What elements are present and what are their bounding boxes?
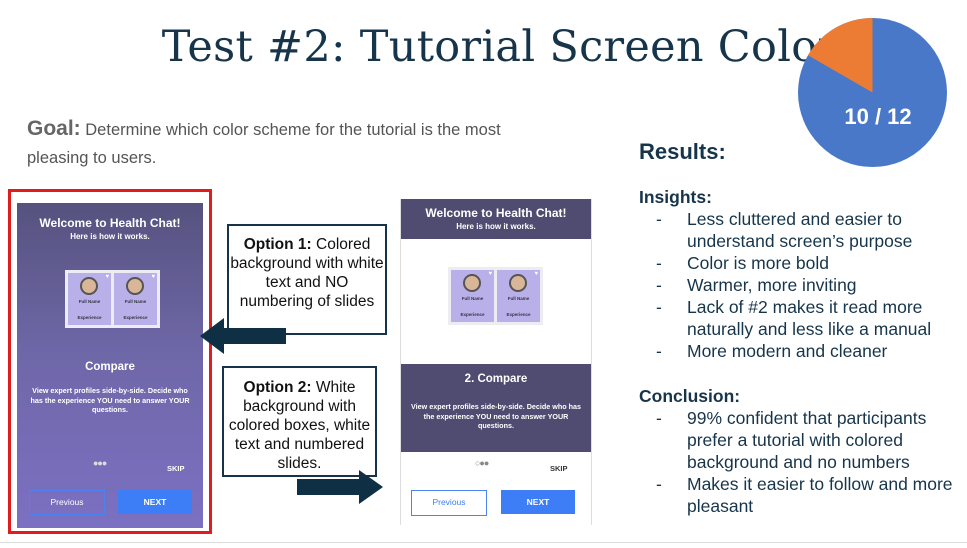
- heart-icon: ♥: [151, 274, 155, 280]
- skip-button[interactable]: SKIP: [167, 464, 185, 473]
- heart-icon: ♥: [488, 271, 492, 277]
- profile-card: ♥ Full Name Experience: [114, 273, 157, 325]
- profile-card: ♥ Full Name Experience: [451, 270, 494, 322]
- phone-mockup-option2: Welcome to Health Chat! Here is how it w…: [400, 199, 592, 525]
- card-name: Full Name: [507, 296, 530, 301]
- avatar: [126, 277, 144, 295]
- results-heading: Results:: [639, 139, 726, 164]
- option1-label: Option 1:: [243, 236, 312, 253]
- heart-icon: ♥: [534, 271, 538, 277]
- previous-button[interactable]: Previous: [29, 490, 105, 515]
- profile-card: ♥ Full Name Experience: [68, 273, 111, 325]
- card-experience: Experience: [77, 315, 102, 320]
- profile-card: ♥ Full Name Experience: [497, 270, 540, 322]
- insights-heading: Insights:: [639, 187, 712, 207]
- insights-list: Less cluttered and easier to understand …: [639, 208, 967, 362]
- next-button[interactable]: NEXT: [118, 490, 192, 514]
- profile-cards: ♥ Full Name Experience ♥ Full Name Exper…: [65, 270, 160, 328]
- list-item: More modern and cleaner: [639, 340, 967, 362]
- insights-section: Insights: Less cluttered and easier to u…: [639, 187, 967, 362]
- avatar: [509, 274, 527, 292]
- pagination-dots: ●●●: [93, 458, 107, 468]
- divider: [0, 542, 967, 543]
- phone-body-text: View expert profiles side-by-side. Decid…: [30, 386, 190, 414]
- arrow-left-icon: [200, 318, 286, 354]
- card-name: Full Name: [78, 299, 101, 304]
- arrow-right-icon: [297, 470, 383, 504]
- option2-label: Option 2:: [243, 379, 312, 396]
- list-item: Color is more bold: [639, 252, 967, 274]
- goal-label: Goal:: [27, 117, 81, 140]
- phone-mockup-option1: Welcome to Health Chat! Here is how it w…: [17, 203, 203, 528]
- goal-description: Determine which color scheme for the tut…: [27, 121, 501, 167]
- option2-callout: Option 2: White background with colored …: [222, 366, 377, 477]
- list-item: Less cluttered and easier to understand …: [639, 208, 967, 252]
- card-experience: Experience: [123, 315, 148, 320]
- skip-button[interactable]: SKIP: [550, 464, 568, 473]
- goal-text: Goal: Determine which color scheme for t…: [27, 115, 517, 172]
- avatar: [80, 277, 98, 295]
- next-button[interactable]: NEXT: [501, 490, 575, 514]
- list-item: Warmer, more inviting: [639, 274, 967, 296]
- card-experience: Experience: [460, 312, 485, 317]
- phone-title: Welcome to Health Chat!: [425, 206, 567, 220]
- conclusion-section: Conclusion: 99% confident that participa…: [639, 386, 967, 517]
- phone-heading: Compare: [85, 361, 135, 373]
- results-pie-chart: [798, 18, 947, 167]
- previous-button[interactable]: Previous: [411, 490, 487, 516]
- profile-cards: ♥ Full Name Experience ♥ Full Name Exper…: [448, 267, 543, 325]
- phone-heading: 2. Compare: [464, 373, 528, 385]
- conclusion-heading: Conclusion:: [639, 386, 741, 406]
- phone-subtitle: Here is how it works.: [456, 222, 536, 231]
- phone-subtitle: Here is how it works.: [70, 232, 150, 241]
- avatar: [463, 274, 481, 292]
- list-item: Lack of #2 makes it read more naturally …: [639, 296, 967, 340]
- phone-body-text: View expert profiles side-by-side. Decid…: [410, 402, 582, 430]
- conclusion-list: 99% confident that participants prefer a…: [639, 407, 967, 517]
- list-item: 99% confident that participants prefer a…: [639, 407, 967, 473]
- heart-icon: ♥: [105, 274, 109, 280]
- card-name: Full Name: [461, 296, 484, 301]
- phone-title: Welcome to Health Chat!: [39, 216, 181, 230]
- list-item: Makes it easier to follow and more pleas…: [639, 473, 967, 517]
- card-name: Full Name: [124, 299, 147, 304]
- pagination-dots: ○●●: [475, 458, 489, 468]
- pie-label: 10 / 12: [844, 104, 912, 129]
- card-experience: Experience: [506, 312, 531, 317]
